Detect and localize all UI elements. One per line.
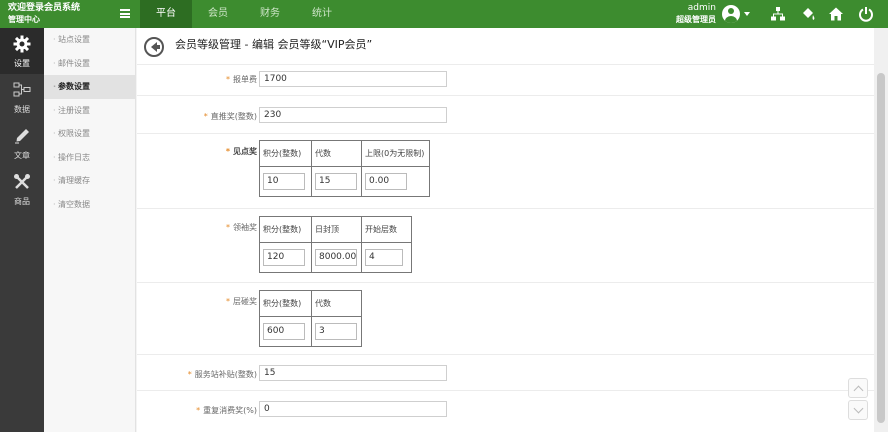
divider bbox=[137, 282, 874, 283]
top-nav: 平台 会员 财务 统计 bbox=[140, 0, 348, 28]
lingdaojiang-start-level-input[interactable]: 4 bbox=[365, 249, 403, 266]
field-label-fuwuzhan: * 服务站补贴(整数) bbox=[187, 370, 257, 379]
divider bbox=[137, 64, 874, 65]
sidebar-label: 文章 bbox=[14, 151, 30, 160]
scrollbar[interactable] bbox=[874, 28, 888, 432]
main-sidebar: 设置 数据 文章 商品 bbox=[0, 28, 44, 432]
fuwuzhan-input[interactable]: 15 bbox=[259, 365, 447, 381]
scroll-down-button[interactable] bbox=[848, 400, 868, 420]
paint-bucket-icon[interactable] bbox=[800, 6, 816, 22]
sitemap-icon bbox=[13, 82, 31, 97]
cengjiang-points-input[interactable]: 600 bbox=[263, 323, 305, 340]
field-label-cengjiang: * 层碰奖 bbox=[226, 297, 257, 306]
user-name: admin bbox=[687, 3, 716, 13]
sidebar-item-products[interactable]: 商品 bbox=[0, 166, 44, 212]
table-header: 代数 bbox=[311, 290, 362, 317]
top-nav-statistics[interactable]: 统计 bbox=[296, 0, 348, 28]
sidebar-label: 设置 bbox=[14, 59, 30, 68]
submenu-item-clear-cache[interactable]: 清理缓存 bbox=[44, 169, 135, 193]
submenu-item-parameter-settings[interactable]: 参数设置 bbox=[44, 75, 135, 99]
zhituijiang-input[interactable]: 230 bbox=[259, 107, 447, 123]
top-bar: 欢迎登录会员系统 管理中心 平台 会员 财务 统计 admin 超级管理员 bbox=[0, 0, 888, 28]
divider bbox=[137, 208, 874, 209]
divider bbox=[137, 354, 874, 355]
lingdaojiang-daily-cap-input[interactable]: 8000.00 bbox=[315, 249, 357, 266]
scroll-up-button[interactable] bbox=[848, 378, 868, 398]
top-nav-platform[interactable]: 平台 bbox=[140, 0, 192, 28]
sidebar-label: 商品 bbox=[14, 197, 30, 206]
jiandianjiang-generations-input[interactable]: 15 bbox=[315, 173, 357, 190]
lingdaojiang-points-input[interactable]: 120 bbox=[263, 249, 305, 266]
settings-submenu: 站点设置 邮件设置 参数设置 注册设置 权限设置 操作日志 清理缓存 清空数据 bbox=[44, 28, 136, 432]
brand-title: 欢迎登录会员系统 bbox=[8, 3, 81, 13]
table-header: 日封顶 bbox=[311, 216, 362, 243]
table-header: 积分(整数) bbox=[259, 140, 312, 167]
table-header: 积分(整数) bbox=[259, 216, 312, 243]
divider bbox=[137, 390, 874, 391]
jiandianjiang-cap-input[interactable]: 0.00 bbox=[365, 173, 407, 190]
top-nav-members[interactable]: 会员 bbox=[192, 0, 244, 28]
page-title: 会员等级管理 - 编辑 会员等级“VIP会员” bbox=[175, 38, 373, 51]
sidebar-toggle-icon[interactable] bbox=[120, 9, 130, 18]
submenu-item-register-settings[interactable]: 注册设置 bbox=[44, 99, 135, 123]
cengjiang-table: 积分(整数) 代数 600 3 bbox=[259, 290, 362, 347]
user-info[interactable]: admin 超级管理员 bbox=[660, 3, 716, 25]
field-label-zhituijiang: * 直推奖(整数) bbox=[203, 112, 257, 121]
brand: 欢迎登录会员系统 管理中心 bbox=[8, 3, 80, 25]
table-header: 开始层数 bbox=[361, 216, 412, 243]
sidebar-item-settings[interactable]: 设置 bbox=[0, 28, 44, 74]
user-role: 超级管理员 bbox=[676, 15, 716, 24]
chevron-down-icon[interactable] bbox=[744, 12, 750, 16]
jiandianjiang-table: 积分(整数) 代数 上限(0为无限制) 10 15 0.00 bbox=[259, 140, 430, 197]
home-icon[interactable] bbox=[828, 6, 844, 22]
cengjiang-generations-input[interactable]: 3 bbox=[315, 323, 357, 340]
table-header: 代数 bbox=[311, 140, 362, 167]
pen-icon bbox=[15, 129, 29, 144]
submenu-item-operation-log[interactable]: 操作日志 bbox=[44, 146, 135, 170]
top-nav-finance[interactable]: 财务 bbox=[244, 0, 296, 28]
submenu-item-site-settings[interactable]: 站点设置 bbox=[44, 28, 135, 52]
sidebar-label: 数据 bbox=[14, 105, 30, 114]
field-label-lingdaojiang: * 领袖奖 bbox=[226, 223, 257, 232]
back-arrow-icon[interactable] bbox=[144, 37, 164, 57]
divider bbox=[137, 133, 874, 134]
main-content: 会员等级管理 - 编辑 会员等级“VIP会员” * 报单费 1700 * 直推奖(整… bbox=[137, 28, 874, 432]
jiandianjiang-points-input[interactable]: 10 bbox=[263, 173, 305, 190]
field-label-jiandianjiang: * 见点奖 bbox=[225, 147, 257, 156]
avatar[interactable] bbox=[722, 5, 740, 23]
sidebar-item-articles[interactable]: 文章 bbox=[0, 120, 44, 166]
table-header: 积分(整数) bbox=[259, 290, 312, 317]
submenu-item-permission-settings[interactable]: 权限设置 bbox=[44, 122, 135, 146]
scrollbar-thumb[interactable] bbox=[877, 73, 885, 423]
sidebar-item-data[interactable]: 数据 bbox=[0, 74, 44, 120]
divider bbox=[137, 95, 874, 96]
submenu-item-mail-settings[interactable]: 邮件设置 bbox=[44, 52, 135, 76]
power-icon[interactable] bbox=[858, 6, 874, 22]
submenu-item-clear-data[interactable]: 清空数据 bbox=[44, 193, 135, 217]
field-label-chongfu: * 重复消费奖(%) bbox=[196, 406, 257, 415]
chongfu-input[interactable]: 0 bbox=[259, 401, 447, 417]
brand-subtitle: 管理中心 bbox=[8, 15, 40, 24]
sitemap-icon[interactable] bbox=[770, 6, 786, 22]
field-label-baodanfei: * 报单费 bbox=[226, 75, 257, 84]
gear-icon bbox=[13, 35, 31, 53]
table-header: 上限(0为无限制) bbox=[361, 140, 430, 167]
baodanfei-input[interactable]: 1700 bbox=[259, 71, 447, 87]
lingdaojiang-table: 积分(整数) 日封顶 开始层数 120 8000.00 4 bbox=[259, 216, 412, 273]
tools-icon bbox=[14, 174, 30, 189]
